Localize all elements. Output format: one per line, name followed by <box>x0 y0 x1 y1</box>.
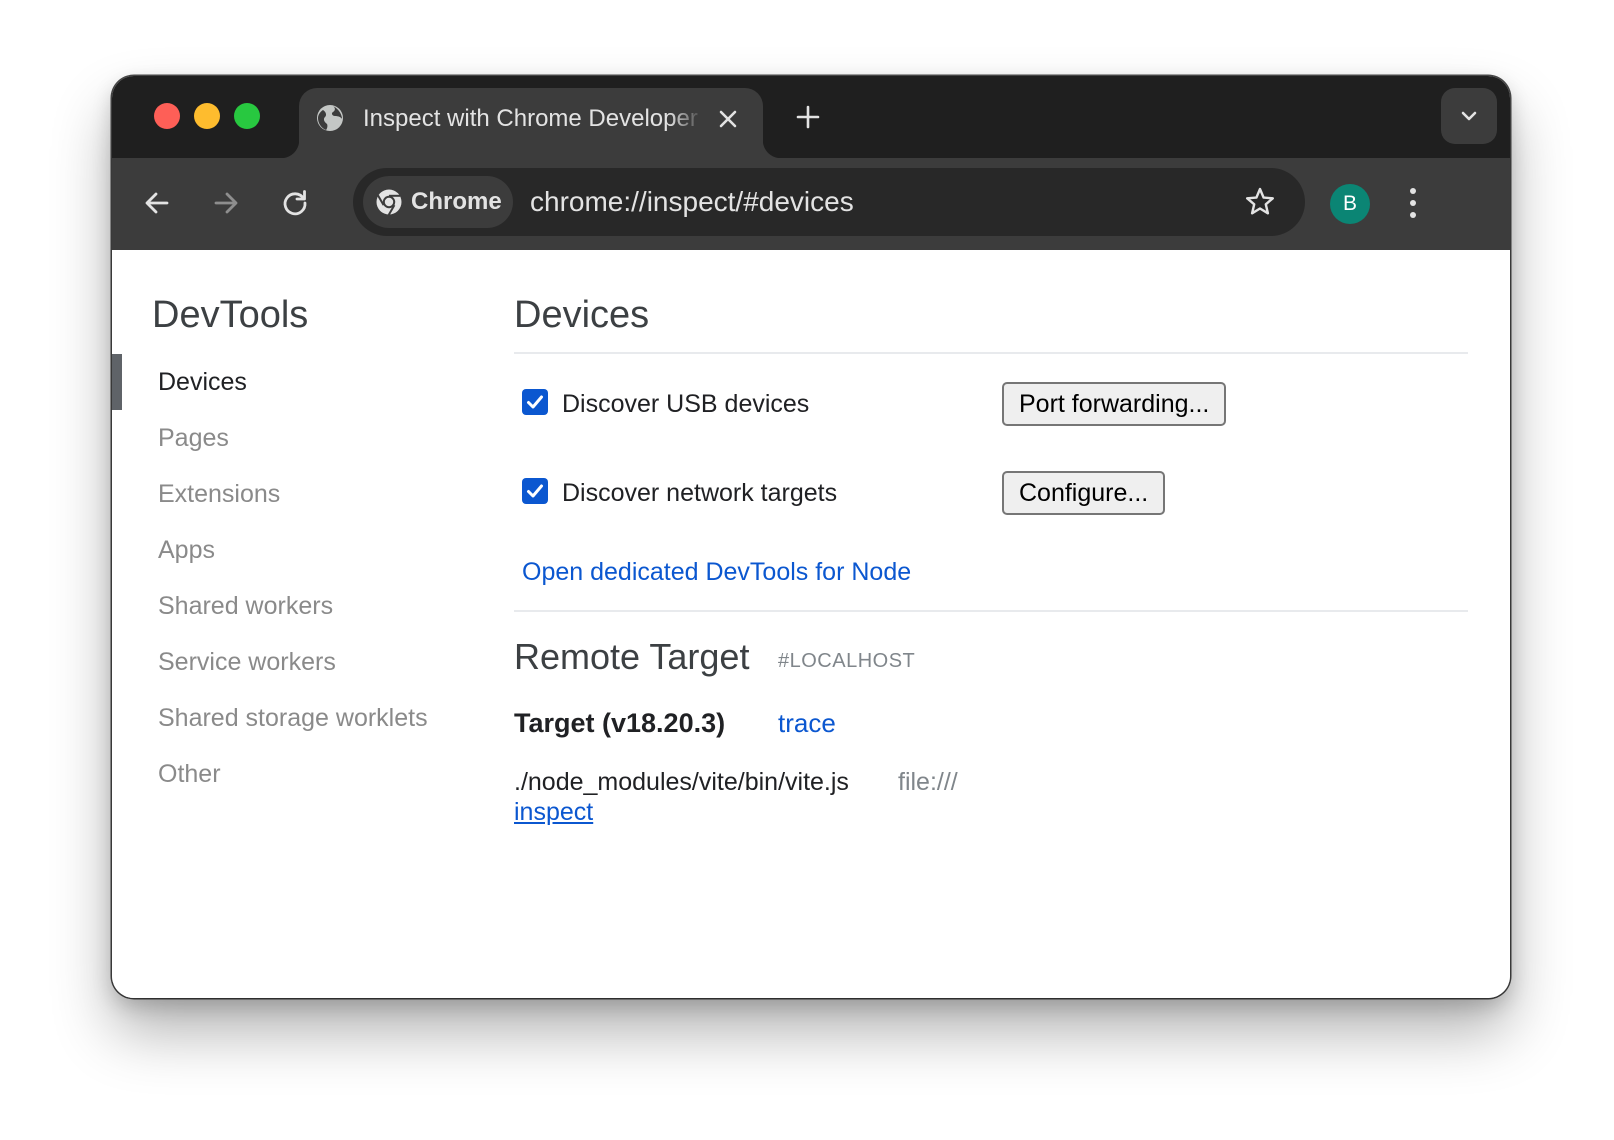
tab-title: Inspect with Chrome Developer Tools <box>363 105 703 132</box>
close-icon[interactable] <box>715 106 741 132</box>
site-info-chip[interactable]: Chrome <box>363 176 513 228</box>
target-url: file:/// <box>898 768 958 796</box>
url-text[interactable]: chrome://inspect/#devices <box>530 185 854 219</box>
back-arrow-icon[interactable] <box>140 186 174 220</box>
discover-network-label[interactable]: Discover network targets <box>562 477 837 509</box>
open-node-devtools-link[interactable]: Open dedicated DevTools for Node <box>522 556 911 588</box>
divider <box>514 352 1468 354</box>
tab-search-button[interactable] <box>1441 88 1497 144</box>
checkmark-icon <box>527 395 543 409</box>
chip-label: Chrome <box>411 188 502 215</box>
avatar[interactable]: B <box>1330 184 1370 224</box>
sidebar-item-apps[interactable]: Apps <box>158 534 215 566</box>
toolbar: Chrome chrome://inspect/#devices B <box>112 158 1510 250</box>
sidebar-item-extensions[interactable]: Extensions <box>158 478 280 510</box>
remote-target-tag: #LOCALHOST <box>778 650 916 672</box>
target-path: ./node_modules/vite/bin/vite.js <box>514 768 849 796</box>
trace-link[interactable]: trace <box>778 706 836 740</box>
tab-active[interactable]: Inspect with Chrome Developer Tools <box>281 88 781 158</box>
checkmark-icon <box>527 484 543 498</box>
star-icon[interactable] <box>1243 185 1277 219</box>
globe-icon <box>317 105 343 131</box>
port-forwarding-button[interactable]: Port forwarding... <box>1002 382 1227 426</box>
minimize-window-button[interactable] <box>194 103 220 129</box>
sidebar-item-service-workers[interactable]: Service workers <box>158 646 336 678</box>
page-title: Devices <box>514 294 650 336</box>
configure-button[interactable]: Configure... <box>1002 471 1166 515</box>
tab-strip: Inspect with Chrome Developer Tools <box>112 76 1510 158</box>
discover-network-checkbox[interactable] <box>522 478 548 504</box>
sidebar-item-devices[interactable]: Devices <box>158 366 247 398</box>
sidebar-item-other[interactable]: Other <box>158 758 221 790</box>
chevron-down-icon <box>1461 111 1477 121</box>
divider <box>514 610 1468 612</box>
close-window-button[interactable] <box>154 103 180 129</box>
plus-icon[interactable] <box>794 103 822 131</box>
maximize-window-button[interactable] <box>234 103 260 129</box>
reload-icon[interactable] <box>278 186 312 220</box>
target-name: Target (v18.20.3) <box>514 708 726 738</box>
more-vert-icon[interactable] <box>1405 186 1421 220</box>
browser-window: Inspect with Chrome Developer Tools <box>112 76 1510 998</box>
sidebar-item-pages[interactable]: Pages <box>158 422 229 454</box>
sidebar-item-shared-storage-worklets[interactable]: Shared storage worklets <box>158 702 428 734</box>
discover-usb-label[interactable]: Discover USB devices <box>562 388 809 420</box>
discover-usb-checkbox[interactable] <box>522 389 548 415</box>
sidebar-title: DevTools <box>152 294 309 336</box>
inspect-link[interactable]: inspect <box>514 796 593 828</box>
sidebar-selection-indicator <box>112 354 122 410</box>
forward-arrow-icon[interactable] <box>209 186 243 220</box>
chrome-logo-icon <box>376 189 402 216</box>
sidebar-item-shared-workers[interactable]: Shared workers <box>158 590 333 622</box>
page-content: DevTools Devices Pages Extensions Apps S… <box>112 250 1510 998</box>
remote-target-heading: Remote Target <box>514 636 750 677</box>
address-bar[interactable]: Chrome chrome://inspect/#devices <box>353 168 1305 236</box>
